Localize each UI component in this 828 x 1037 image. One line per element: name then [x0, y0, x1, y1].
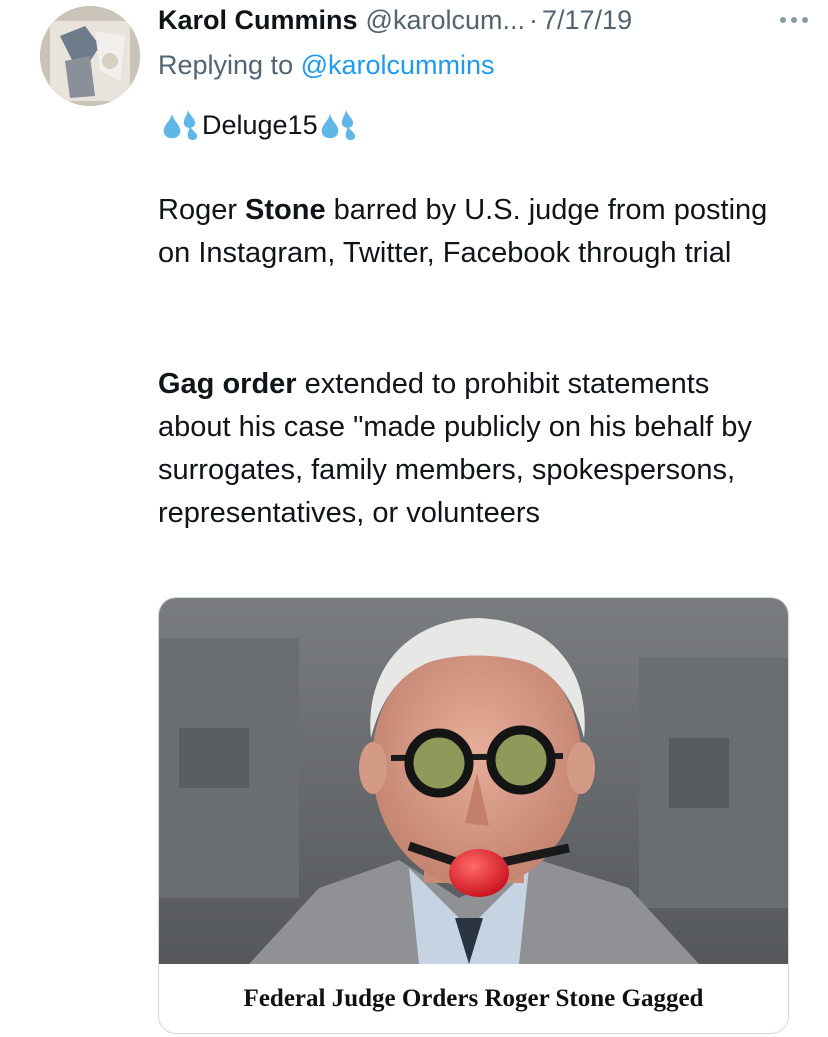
news-photo: [159, 598, 788, 964]
tweet-header: Karol Cummins @karolcum... · 7/17/19: [158, 0, 818, 40]
avatar[interactable]: [40, 6, 140, 106]
para2-bold: Gag order: [158, 368, 297, 400]
media-card[interactable]: Federal Judge Orders Roger Stone Gagged: [158, 597, 789, 1034]
tweet-paragraph-2: Gag order extended to prohibit statement…: [158, 363, 788, 535]
reply-prefix: Replying to: [158, 50, 294, 80]
tweet-tag-line: Deluge15: [160, 108, 360, 142]
display-name[interactable]: Karol Cummins: [158, 5, 358, 36]
para1-text-a: Roger: [158, 194, 246, 226]
para1-bold: Stone: [245, 194, 326, 226]
replying-to: Replying to @karolcummins: [158, 50, 495, 81]
sweat-droplets-icon: [321, 110, 355, 140]
user-handle[interactable]: @karolcum...: [366, 5, 525, 36]
header-separator: ·: [529, 4, 538, 35]
more-options-button[interactable]: [774, 6, 814, 34]
avatar-image: [40, 6, 140, 106]
reply-mention-link[interactable]: @karolcummins: [301, 50, 495, 80]
card-caption: Federal Judge Orders Roger Stone Gagged: [243, 984, 704, 1012]
tag-text: Deluge15: [202, 109, 318, 140]
sweat-droplets-icon: [163, 110, 198, 140]
tweet-date[interactable]: 7/17/19: [542, 5, 632, 36]
tweet-paragraph-1: Roger Stone barred by U.S. judge from po…: [158, 189, 788, 275]
more-horizontal-icon: [780, 17, 808, 23]
